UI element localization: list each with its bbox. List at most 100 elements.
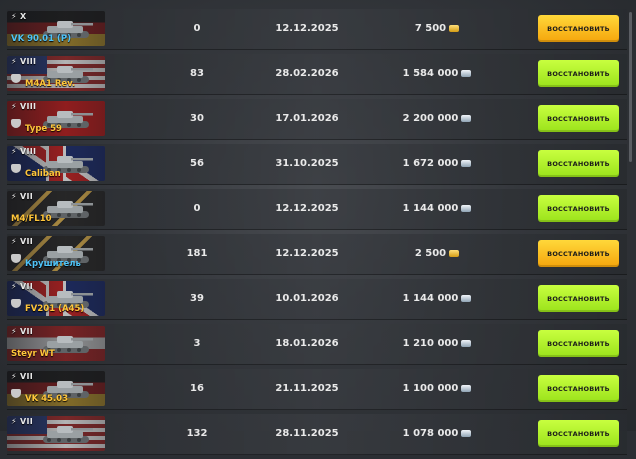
tank-card[interactable]: ⚡ VII: [7, 416, 105, 451]
vehicle-row-4: ⚡ VIII Caliban 56 31.10.2025 1 672 000 В…: [7, 144, 627, 185]
tank-card[interactable]: ⚡ X VK 90.01 (P): [7, 11, 105, 46]
battle-count: 39: [190, 293, 204, 304]
battle-count: 181: [186, 248, 208, 259]
silver-icon: [461, 204, 472, 212]
restore-price: 1 100 000: [387, 369, 487, 409]
tier-label: ⚡ VII: [11, 372, 34, 381]
restore-button[interactable]: ВОССТАНОВИТЬ: [538, 195, 619, 222]
tier-label: ⚡ VII: [11, 327, 34, 336]
battle-count: 56: [190, 158, 204, 169]
restore-deadline-date: 12.12.2025: [275, 203, 339, 214]
restore-button[interactable]: ВОССТАНОВИТЬ: [538, 105, 619, 132]
price-value: 1 100 000: [402, 383, 459, 394]
tank-name: M4A1 Rev.: [25, 79, 76, 89]
tank-name: Steyr WT: [11, 349, 55, 359]
gold-icon: [449, 24, 460, 32]
restore-button[interactable]: ВОССТАНОВИТЬ: [538, 285, 619, 312]
restore-button[interactable]: ВОССТАНОВИТЬ: [538, 240, 619, 267]
tier-label: ⚡ VIII: [11, 147, 37, 156]
restore-button[interactable]: ВОССТАНОВИТЬ: [538, 375, 619, 402]
battle-count: 132: [186, 428, 208, 439]
tank-icon: [43, 426, 93, 443]
battle-count: 16: [190, 383, 204, 394]
tier-label: ⚡ VIII: [11, 102, 37, 111]
battle-count: 30: [190, 113, 204, 124]
silver-icon: [461, 69, 472, 77]
restore-button[interactable]: ВОССТАНОВИТЬ: [538, 15, 619, 42]
price-value: 2 500: [414, 248, 447, 259]
price-value: 1 078 000: [402, 428, 459, 439]
tier-label: ⚡ X: [11, 12, 27, 21]
tank-name: VK 90.01 (P): [11, 34, 71, 44]
restore-deadline-date: 18.01.2026: [275, 338, 339, 349]
tank-card[interactable]: ⚡ VII FV201 (A45): [7, 281, 105, 316]
restore-button[interactable]: ВОССТАНОВИТЬ: [538, 420, 619, 447]
restore-deadline-date: 12.12.2025: [275, 23, 339, 34]
vehicle-row-5: ⚡ VII M4/FL10 0 12.12.2025 1 144 000 ВОС…: [7, 189, 627, 230]
vehicle-row-6: ⚡ VII Крушитель 181 12.12.2025 2 500 ВОС…: [7, 234, 627, 275]
tank-card[interactable]: ⚡ VII Крушитель: [7, 236, 105, 271]
price-value: 1 672 000: [402, 158, 459, 169]
restore-price: 7 500: [387, 9, 487, 49]
price-value: 1 144 000: [402, 293, 459, 304]
tank-name: Крушитель: [25, 259, 81, 269]
restore-deadline-date: 28.02.2026: [275, 68, 339, 79]
restore-price: 1 672 000: [387, 144, 487, 184]
vehicle-row-10: ⚡ VII 132 28.11.2025 1 078 000 ВОССТАНОВ…: [7, 414, 627, 455]
tier-label: ⚡ VII: [11, 282, 34, 291]
battle-count: 0: [193, 23, 201, 34]
restore-price: 1 584 000: [387, 54, 487, 94]
silver-icon: [461, 384, 472, 392]
vehicle-row-8: ⚡ VII Steyr WT 3 18.01.2026 1 210 000 ВО…: [7, 324, 627, 365]
restore-deadline-date: 17.01.2026: [275, 113, 339, 124]
restore-vehicle-list: ⚡ X VK 90.01 (P) 0 12.12.2025 7 500 ВОСС…: [7, 9, 627, 459]
restore-deadline-date: 28.11.2025: [275, 428, 339, 439]
tank-card[interactable]: ⚡ VIII M4A1 Rev.: [7, 56, 105, 91]
price-value: 7 500: [414, 23, 447, 34]
tier-label: ⚡ VII: [11, 237, 34, 246]
tank-name: Type 59: [25, 124, 62, 134]
tank-card[interactable]: ⚡ VII M4/FL10: [7, 191, 105, 226]
restore-button[interactable]: ВОССТАНОВИТЬ: [538, 150, 619, 177]
tank-card[interactable]: ⚡ VIII Caliban: [7, 146, 105, 181]
vehicle-row-9: ⚡ VII VK 45.03 16 21.11.2025 1 100 000 В…: [7, 369, 627, 410]
restore-price: 2 200 000: [387, 99, 487, 139]
tank-name: M4/FL10: [11, 214, 52, 224]
tank-card[interactable]: ⚡ VIII Type 59: [7, 101, 105, 136]
battle-count: 3: [193, 338, 201, 349]
restore-price: 1 078 000: [387, 414, 487, 454]
restore-price: 1 144 000: [387, 189, 487, 229]
tank-card[interactable]: ⚡ VII VK 45.03: [7, 371, 105, 406]
tier-label: ⚡ VII: [11, 417, 34, 426]
vehicle-row-1: ⚡ X VK 90.01 (P) 0 12.12.2025 7 500 ВОСС…: [7, 9, 627, 50]
price-value: 2 200 000: [402, 113, 459, 124]
tank-name: VK 45.03: [25, 394, 69, 404]
restore-deadline-date: 10.01.2026: [275, 293, 339, 304]
restore-deadline-date: 12.12.2025: [275, 248, 339, 259]
tier-label: ⚡ VIII: [11, 57, 37, 66]
restore-price: 2 500: [387, 234, 487, 274]
restore-button[interactable]: ВОССТАНОВИТЬ: [538, 60, 619, 87]
restore-price: 1 144 000: [387, 279, 487, 319]
gold-icon: [449, 249, 460, 257]
tank-name: Caliban: [25, 169, 61, 179]
price-value: 1 584 000: [402, 68, 459, 79]
vehicle-row-7: ⚡ VII FV201 (A45) 39 10.01.2026 1 144 00…: [7, 279, 627, 320]
silver-icon: [461, 114, 472, 122]
tank-card[interactable]: ⚡ VII Steyr WT: [7, 326, 105, 361]
silver-icon: [461, 294, 472, 302]
battle-count: 83: [190, 68, 204, 79]
scrollbar[interactable]: [629, 12, 632, 162]
silver-icon: [461, 339, 472, 347]
tier-label: ⚡ VII: [11, 192, 34, 201]
restore-price: 1 210 000: [387, 324, 487, 364]
vehicle-row-3: ⚡ VIII Type 59 30 17.01.2026 2 200 000 В…: [7, 99, 627, 140]
price-value: 1 144 000: [402, 203, 459, 214]
restore-deadline-date: 31.10.2025: [275, 158, 339, 169]
restore-button[interactable]: ВОССТАНОВИТЬ: [538, 330, 619, 357]
price-value: 1 210 000: [402, 338, 459, 349]
restore-deadline-date: 21.11.2025: [275, 383, 339, 394]
silver-icon: [461, 159, 472, 167]
vehicle-row-2: ⚡ VIII M4A1 Rev. 83 28.02.2026 1 584 000…: [7, 54, 627, 95]
tank-name: FV201 (A45): [25, 304, 85, 314]
